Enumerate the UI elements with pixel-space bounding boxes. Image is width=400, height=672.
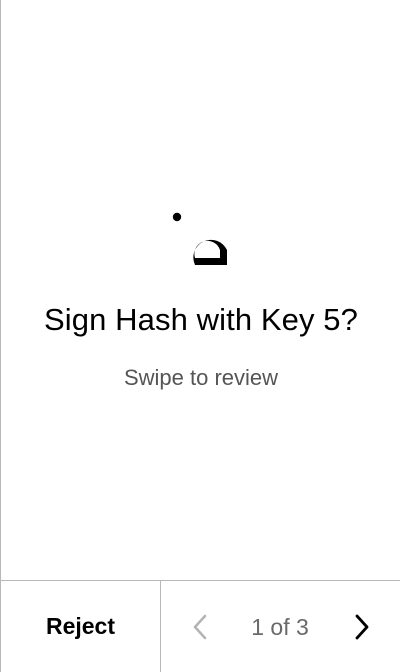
page-navigation: 1 of 3 xyxy=(161,581,400,672)
previous-page-button[interactable] xyxy=(183,609,219,645)
page-indicator: 1 of 3 xyxy=(251,614,309,640)
bottom-action-bar: Reject 1 of 3 xyxy=(1,580,400,672)
reject-button[interactable]: Reject xyxy=(1,581,161,672)
app-logo-icon xyxy=(172,212,227,265)
signing-review-screen: Sign Hash with Key 5? Swipe to review Re… xyxy=(0,0,400,672)
page-title: Sign Hash with Key 5? xyxy=(44,302,358,337)
chevron-left-icon xyxy=(193,614,207,640)
next-page-button[interactable] xyxy=(343,609,379,645)
swipe-hint: Swipe to review xyxy=(123,365,279,390)
chevron-right-icon xyxy=(355,614,369,640)
